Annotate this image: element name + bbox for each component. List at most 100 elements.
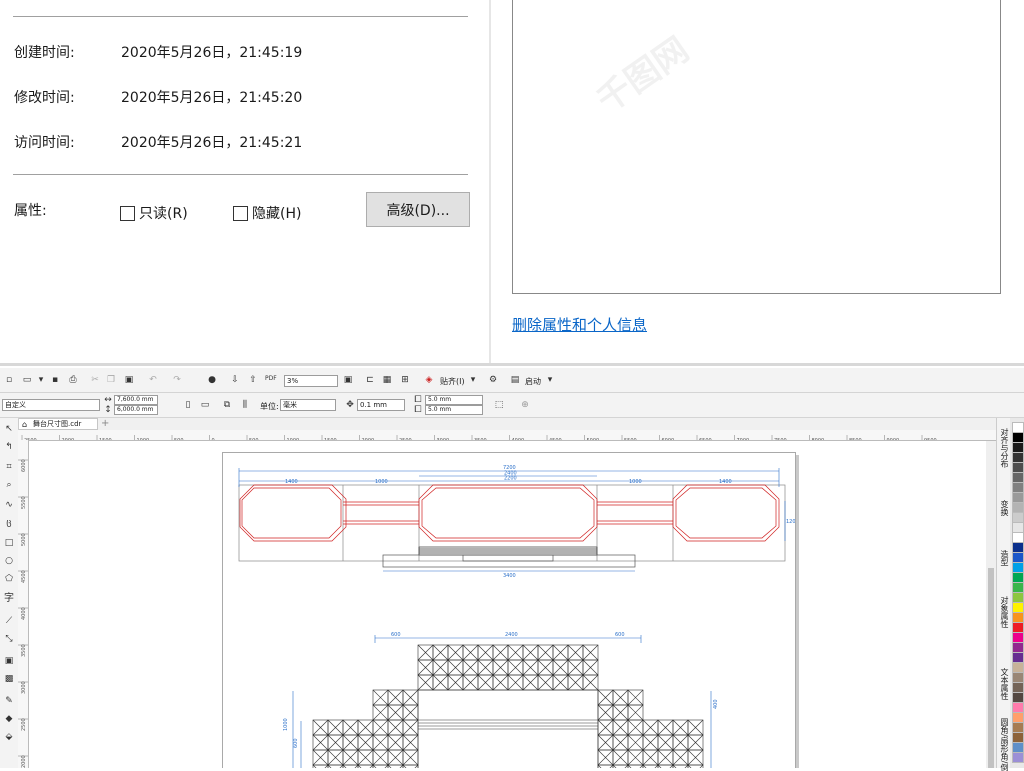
dim-600-right: 600 (615, 632, 625, 638)
units-select[interactable]: 毫米 (280, 399, 336, 411)
dialog-bottom-border (0, 363, 1024, 366)
redo-icon[interactable]: ↷ (172, 375, 182, 385)
dimension-tool-icon[interactable]: ⟋ (4, 616, 14, 626)
readonly-checkbox[interactable]: 只读(R) (120, 203, 188, 223)
crop-tool-icon[interactable]: ⌗ (4, 462, 14, 472)
vertical-ruler[interactable]: 6000 5500 5000 4500 4000 3500 3000 2500 2000 (18, 440, 29, 768)
document-tab[interactable]: ⌂ 舞台尺寸图.cdr (18, 418, 98, 430)
chevron-down-icon[interactable]: ▾ (36, 375, 46, 385)
snap-icon[interactable]: ◈ (424, 375, 434, 385)
top-plan-view (238, 484, 786, 568)
docker-tabs: 对齐与分布 变换 造型 对象属性 文本属性 圆角/扇形角/倒 (996, 418, 1011, 771)
polygon-tool-icon[interactable]: ⬠ (4, 574, 14, 584)
page-height-field[interactable]: 6,000.0 mm (114, 405, 158, 415)
accessed-time-label: 访问时间: (14, 135, 75, 151)
print-icon[interactable]: ⎙ (68, 375, 78, 385)
page-width-icon: ↔ (104, 395, 112, 405)
docker-fillet-scallop[interactable]: 圆角/扇形角/倒 (999, 718, 1010, 771)
transparency-tool-icon[interactable]: ▩ (4, 674, 14, 684)
app-launcher-label[interactable]: 启动 (525, 376, 541, 387)
zoom-level-field[interactable]: 3% (284, 375, 338, 387)
artistic-media-tool-icon[interactable]: ც (4, 518, 14, 528)
nudge-distance-field[interactable]: 0.1 mm (357, 399, 405, 411)
fill-tool-icon[interactable]: ◆ (4, 714, 14, 724)
save-icon[interactable]: ▪ (50, 375, 60, 385)
dim-400-elev: 400 (713, 699, 719, 709)
drawing-page[interactable]: 7200 2400 2200 1400 1000 1000 1400 1200 … (222, 452, 799, 768)
separator-middle (13, 174, 468, 175)
nudge-icon: ✥ (346, 400, 354, 410)
new-document-icon[interactable]: ▫ (4, 375, 14, 385)
rectangle-tool-icon[interactable]: □ (4, 538, 14, 548)
cut-icon[interactable]: ✂ (90, 375, 100, 385)
zoom-tool-icon[interactable]: ⌕ (4, 480, 14, 490)
undo-icon[interactable]: ↶ (148, 375, 158, 385)
duplicate-y-value: 5.0 mm (428, 406, 452, 413)
readonly-checkbox-label: 只读(R) (139, 206, 188, 222)
vertical-ruler-ticks: 6000 5500 5000 4500 4000 3500 3000 2500 2000 (18, 459, 28, 768)
treat-as-filled-icon[interactable]: ⬚ (494, 400, 504, 410)
advanced-button[interactable]: 高级(D)... (366, 192, 470, 227)
standard-toolbar: ▫ ▭ ▾ ▪ ⎙ ✂ ❐ ▣ ↶ ↷ ● ⇩ ⇧ PDF 3% ▣ ⊏ ▦ ⊞… (0, 368, 1024, 393)
horizontal-ruler[interactable]: 2500 2000 1500 1000 500 0 500 1000 1500 2000 2500 3… (18, 430, 1002, 441)
full-screen-icon[interactable]: ▣ (343, 375, 353, 385)
docker-object-properties[interactable]: 对象属性 (999, 596, 1010, 628)
page-width-field[interactable]: 7,600.0 mm (114, 395, 158, 405)
drawing-canvas[interactable]: 7200 2400 2200 1400 1000 1000 1400 1200 … (29, 441, 996, 768)
eyedropper-tool-icon[interactable]: ✎ (4, 696, 14, 706)
landscape-icon[interactable]: ▭ (200, 400, 210, 410)
ruler-v-label: 5000 (21, 533, 27, 546)
portrait-icon[interactable]: ▯ (183, 400, 193, 410)
shape-tool-icon[interactable]: ↰ (4, 442, 14, 452)
launcher-chevron-icon[interactable]: ▾ (545, 375, 555, 385)
smart-fill-tool-icon[interactable]: ⬙ (4, 732, 14, 742)
hidden-checkbox-box[interactable] (233, 205, 248, 221)
attributes-label: 属性: (14, 203, 47, 219)
text-tool-icon[interactable]: 字 (4, 594, 14, 604)
docker-shaping[interactable]: 造型 (999, 550, 1010, 566)
connector-tool-icon[interactable]: ⤡ (4, 634, 14, 644)
palette-swatch[interactable] (1012, 752, 1024, 763)
page-size-select[interactable]: 自定义 (2, 399, 100, 411)
dim-600-left: 600 (391, 632, 401, 638)
created-time-value: 2020年5月26日，21:45:19 (121, 45, 303, 61)
vertical-scrollbar-thumb[interactable] (988, 568, 994, 768)
ellipse-tool-icon[interactable]: ○ (4, 556, 14, 566)
docker-align-distribute[interactable]: 对齐与分布 (999, 428, 1010, 468)
search-content-icon[interactable]: ● (207, 375, 217, 385)
snap-chevron-icon[interactable]: ▾ (468, 375, 478, 385)
hidden-checkbox[interactable]: 隐藏(H) (233, 203, 301, 223)
open-folder-icon[interactable]: ▭ (22, 375, 32, 385)
ruler-v-label: 2500 (21, 718, 27, 731)
current-page-icon[interactable]: ⫼ (240, 400, 250, 410)
paste-icon[interactable]: ▣ (124, 375, 134, 385)
duplicate-y-field[interactable]: 5.0 mm (425, 405, 483, 415)
units-label: 单位: (260, 402, 279, 411)
copy-icon[interactable]: ❐ (106, 375, 116, 385)
property-bar: 自定义 ↔ 7,600.0 mm ↕ 6,000.0 mm ▯ ▭ ⧉ ⫼ 单位… (0, 393, 1024, 418)
import-icon[interactable]: ⇩ (230, 375, 240, 385)
docker-text-properties[interactable]: 文本属性 (999, 668, 1010, 700)
export-icon[interactable]: ⇧ (248, 375, 258, 385)
duplicate-x-field[interactable]: 5.0 mm (425, 395, 483, 405)
separator-top (13, 16, 468, 17)
all-pages-icon[interactable]: ⧉ (222, 400, 232, 410)
snap-to-menu[interactable]: 贴齐(I) (440, 376, 465, 387)
app-launcher-icon[interactable]: ▤ (510, 375, 520, 385)
shadow-tool-icon[interactable]: ▣ (4, 656, 14, 666)
dim-1200: 1200 (786, 519, 795, 525)
top-dimensions (238, 468, 786, 572)
docker-transform[interactable]: 变换 (999, 500, 1010, 516)
pick-tool-icon[interactable]: ↖ (4, 424, 14, 434)
show-grid-icon[interactable]: ▦ (382, 375, 392, 385)
remove-properties-link[interactable]: 删除属性和个人信息 (512, 314, 647, 335)
freehand-tool-icon[interactable]: ∿ (4, 500, 14, 510)
publish-pdf-icon[interactable]: PDF (265, 374, 277, 384)
new-tab-icon[interactable]: + (101, 418, 109, 429)
readonly-checkbox-box[interactable] (120, 205, 135, 221)
options-gear-icon[interactable]: ⚙ (488, 375, 498, 385)
center-platform (418, 484, 598, 542)
show-guides-icon[interactable]: ⊞ (400, 375, 410, 385)
show-rulers-icon[interactable]: ⊏ (365, 375, 375, 385)
add-page-icon[interactable]: ⊕ (520, 400, 530, 410)
